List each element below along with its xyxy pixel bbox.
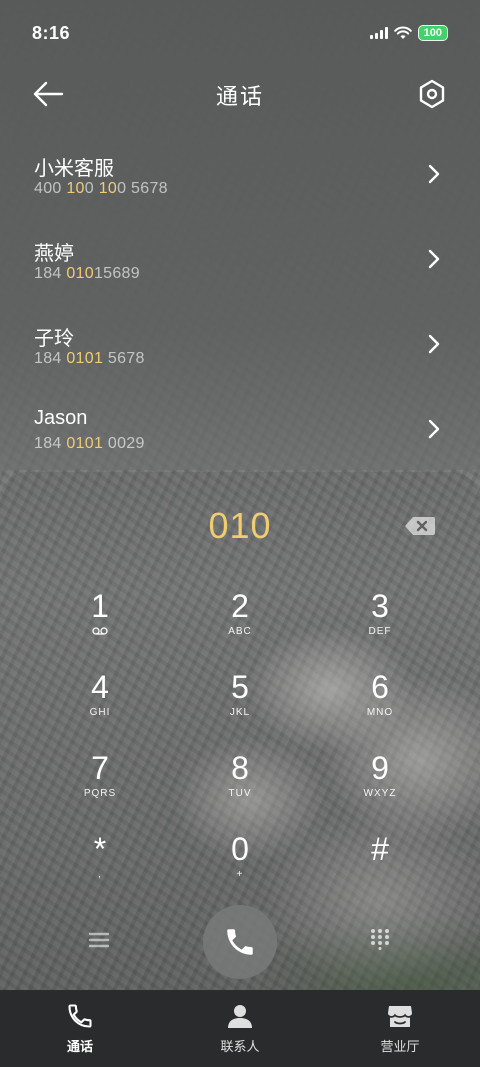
- contact-number: 400 100 100 5678: [34, 180, 168, 197]
- key-digit: 5: [231, 669, 249, 705]
- list-item[interactable]: 燕婷 184 01015689: [0, 215, 480, 300]
- key-digit: 8: [231, 750, 249, 786]
- key-0[interactable]: 0 +: [170, 831, 310, 912]
- key-hash[interactable]: #: [310, 831, 450, 912]
- battery-indicator: 100: [417, 25, 448, 41]
- key-digit: *: [93, 831, 107, 867]
- nav-item-calls[interactable]: 通话: [0, 990, 160, 1067]
- voicemail-icon: [92, 627, 108, 635]
- contact-number: 184 01015689: [34, 265, 140, 282]
- key-letters: PQRS: [83, 788, 117, 799]
- key-letters: JKL: [229, 707, 251, 718]
- contact-name: 燕婷: [34, 243, 74, 265]
- key-6[interactable]: 6 MNO: [310, 669, 450, 750]
- key-letters: ,: [98, 869, 102, 880]
- key-letters: DEF: [368, 626, 392, 637]
- menu-icon[interactable]: [88, 931, 110, 949]
- key-digit: 6: [371, 669, 389, 705]
- signal-icon: [369, 27, 388, 39]
- key-digit: 9: [371, 750, 389, 786]
- list-item[interactable]: 小米客服 400 100 100 5678: [0, 130, 480, 215]
- person-icon: [228, 1005, 252, 1028]
- store-icon: [388, 1006, 412, 1027]
- contact-suggestion-list: 小米客服 400 100 100 5678 燕婷 184 01015689 子玲…: [0, 130, 480, 470]
- list-item[interactable]: 子玲 184 0101 5678: [0, 300, 480, 385]
- dialpad: 1 2 ABC 3 DEF 4 GHI 5 JKL 6 MNO 7 PQRS 8 TUV 9 W…: [30, 588, 450, 912]
- key-letters: MNO: [366, 707, 394, 718]
- key-letters: GHI: [89, 707, 111, 718]
- nav-item-store[interactable]: 营业厅: [320, 990, 480, 1067]
- key-8[interactable]: 8 TUV: [170, 750, 310, 831]
- contact-name: Jason: [34, 407, 88, 429]
- settings-icon[interactable]: [418, 79, 446, 109]
- status-time: 8:16: [32, 22, 71, 43]
- key-digit: 1: [91, 588, 109, 624]
- key-digit: 7: [91, 750, 109, 786]
- contact-name: 子玲: [34, 328, 74, 350]
- status-bar: 8:16 100: [0, 0, 480, 66]
- key-2[interactable]: 2 ABC: [170, 588, 310, 669]
- key-letters: +: [236, 869, 244, 880]
- key-7[interactable]: 7 PQRS: [30, 750, 170, 831]
- nav-label: 营业厅: [380, 1039, 420, 1054]
- contact-name: 小米客服: [34, 158, 114, 180]
- contact-number: 184 0101 5678: [34, 350, 145, 367]
- dialpad-toggle-icon[interactable]: [370, 928, 390, 950]
- phone-icon: [68, 1004, 92, 1028]
- nav-label: 通话: [66, 1039, 93, 1054]
- phone-icon: [227, 929, 253, 955]
- page-title: 通话: [215, 84, 264, 109]
- key-5[interactable]: 5 JKL: [170, 669, 310, 750]
- chevron-right-icon: [428, 249, 440, 269]
- key-star[interactable]: *,: [30, 831, 170, 912]
- key-letters: TUV: [228, 788, 252, 799]
- chevron-right-icon: [428, 164, 440, 184]
- key-4[interactable]: 4 GHI: [30, 669, 170, 750]
- key-1[interactable]: 1: [30, 588, 170, 669]
- wifi-icon: [393, 26, 412, 39]
- key-digit: 3: [371, 588, 389, 624]
- chevron-right-icon: [428, 334, 440, 354]
- key-digit: #: [371, 831, 389, 867]
- status-icons: 100: [369, 25, 448, 41]
- nav-label: 联系人: [220, 1039, 260, 1054]
- chevron-right-icon: [428, 419, 440, 439]
- key-9[interactable]: 9 WXYZ: [310, 750, 450, 831]
- bottom-nav: 通话 联系人 营业厅: [0, 990, 480, 1067]
- key-digit: 2: [231, 588, 249, 624]
- list-item[interactable]: Jason 184 0101 0029: [0, 385, 480, 470]
- backspace-icon[interactable]: [404, 515, 436, 537]
- key-letters: ABC: [228, 626, 252, 637]
- key-digit: 4: [91, 669, 109, 705]
- nav-item-contacts[interactable]: 联系人: [160, 990, 320, 1067]
- key-letters: WXYZ: [363, 788, 397, 799]
- key-digit: 0: [231, 831, 249, 867]
- header: 通话: [0, 66, 480, 124]
- key-3[interactable]: 3 DEF: [310, 588, 450, 669]
- call-button[interactable]: [203, 905, 277, 979]
- back-arrow-icon[interactable]: [32, 80, 64, 108]
- contact-number: 184 0101 0029: [34, 435, 145, 452]
